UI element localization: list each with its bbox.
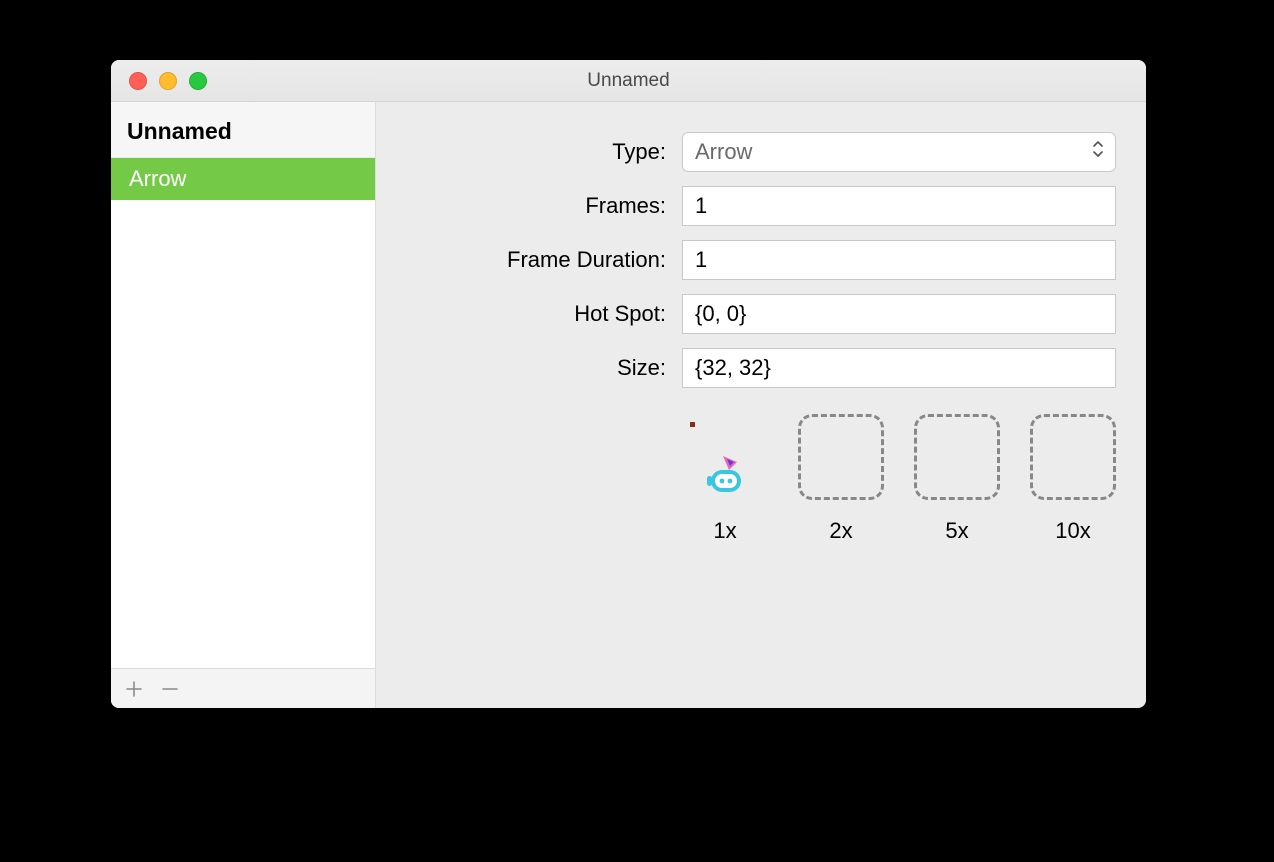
app-window: Unnamed Unnamed Arrow Type: Arrow [111, 60, 1146, 708]
minimize-window-button[interactable] [159, 72, 177, 90]
preview-2x: 2x [798, 414, 884, 544]
zoom-window-button[interactable] [189, 72, 207, 90]
frame-duration-label: Frame Duration: [406, 247, 666, 273]
remove-button[interactable] [159, 678, 181, 700]
minus-icon [161, 680, 179, 698]
preview-label-1x: 1x [713, 518, 736, 544]
window-title: Unnamed [111, 70, 1146, 92]
preview-1x: 1x [682, 414, 768, 544]
preview-row: 1x 2x 5x 10x [682, 414, 1116, 544]
frames-input[interactable] [682, 186, 1116, 226]
preview-label-2x: 2x [829, 518, 852, 544]
cursor-preview-icon [701, 452, 749, 500]
sidebar-list: Arrow [111, 158, 375, 668]
size-label: Size: [406, 355, 666, 381]
content-panel: Type: Arrow Frames: Frame Duration: Hot … [376, 102, 1146, 708]
preview-slot-2x[interactable] [798, 414, 884, 500]
window-controls [111, 72, 207, 90]
preview-slot-1x[interactable] [682, 414, 768, 500]
properties-form: Type: Arrow Frames: Frame Duration: Hot … [406, 132, 1116, 388]
hotspot-marker-icon [690, 422, 695, 427]
close-window-button[interactable] [129, 72, 147, 90]
sidebar: Unnamed Arrow [111, 102, 376, 708]
hot-spot-label: Hot Spot: [406, 301, 666, 327]
hot-spot-input[interactable] [682, 294, 1116, 334]
preview-label-10x: 10x [1055, 518, 1090, 544]
type-select[interactable]: Arrow [682, 132, 1116, 172]
add-button[interactable] [123, 678, 145, 700]
sidebar-footer [111, 668, 375, 708]
type-select-value: Arrow [695, 139, 752, 165]
frame-duration-input[interactable] [682, 240, 1116, 280]
frames-label: Frames: [406, 193, 666, 219]
preview-10x: 10x [1030, 414, 1116, 544]
plus-icon [125, 680, 143, 698]
sidebar-header: Unnamed [111, 102, 375, 158]
preview-slot-10x[interactable] [1030, 414, 1116, 500]
type-label: Type: [406, 139, 666, 165]
window-body: Unnamed Arrow Type: Arrow [111, 102, 1146, 708]
preview-label-5x: 5x [945, 518, 968, 544]
sidebar-item-arrow[interactable]: Arrow [111, 158, 375, 200]
chevron-updown-icon [1091, 139, 1105, 165]
preview-slot-5x[interactable] [914, 414, 1000, 500]
size-input[interactable] [682, 348, 1116, 388]
preview-5x: 5x [914, 414, 1000, 544]
titlebar: Unnamed [111, 60, 1146, 102]
